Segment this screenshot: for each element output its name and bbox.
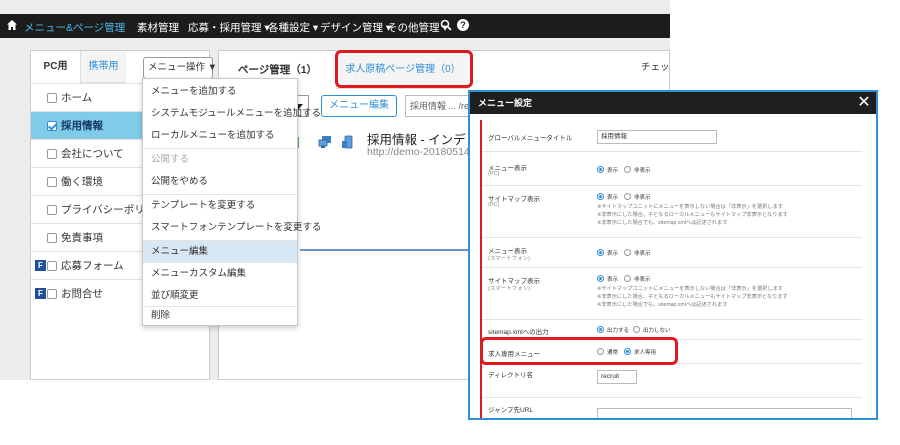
radio-label: 表示 [607,195,619,201]
menu-item-change-sp-template[interactable]: スマートフォンテンプレートを変更する [143,217,321,239]
row-jump-url: ジャンプ先URL [482,398,862,418]
radio-hide[interactable] [624,166,631,173]
field-label: sitemap.xmlへの出力 [488,329,549,336]
nav-other[interactable]: その他管理 ▾ [387,20,448,35]
sidebar-item-label: お問合せ [61,288,103,300]
help-note: ※非表示にした場合、子となるローカルメニューもサイトマップ非表示となります [597,294,788,300]
menu-item-add-system-module[interactable]: システムモジュールメニューを追加する [143,103,321,125]
check-label: チェック [641,62,670,73]
field-sublabel: (PC) [488,202,500,208]
tab-pc[interactable]: PC用 [31,51,81,83]
nav-menu-page[interactable]: メニュー&ページ管理 [24,20,125,35]
menu-item-unpublish[interactable]: 公開をやめる [143,171,297,193]
sidebar-item-label: 免責事項 [61,232,103,244]
help-note: ※非表示にした場合でも、sitemap.xmlへは記述されます [597,302,728,308]
row-menu-display-pc: メニュー表示 (PC) 表示 非表示 [482,152,862,186]
radio-label: 非表示 [634,168,651,174]
menu-operation-dropdown: メニューを追加する システムモジュールメニューを追加する ローカルメニューを追加… [142,78,321,327]
radio-show[interactable] [597,166,604,173]
nav-design[interactable]: デザイン管理 ▾ [320,20,391,35]
pc-icon [318,136,331,148]
checkbox[interactable] [47,121,57,131]
radio-label: 表示 [607,251,619,257]
radio-label: 非表示 [634,277,651,283]
directory-input[interactable]: recruit [597,370,637,384]
sidebar-item-label: ホーム [61,92,93,104]
radio-label: 表示 [607,168,619,174]
sidebar-item-label: 応募フォーム [61,260,124,272]
row-directory: ディレクトリ名 recruit [482,364,862,398]
radio-hide[interactable] [624,275,631,282]
form-icon: F [35,260,46,271]
menu-item-menu-edit[interactable]: メニュー編集 [143,241,297,263]
help-note: ※非表示にした場合でも、sitemap.xmlへは記述されます [597,220,728,226]
jump-url-input[interactable] [597,408,852,418]
modal-title: メニュー設定 [470,92,876,114]
radio-hide[interactable] [624,249,631,256]
radio-no-output[interactable] [633,326,640,333]
checkbox[interactable] [47,149,57,159]
close-icon[interactable]: ✕ [852,92,876,114]
help-note: ※サイトマップユニットにメニューを表示しない場合は「非表示」を選択します [597,286,783,292]
sidebar-item-label: 採用情報 [61,120,103,132]
menu-item-change-template[interactable]: テンプレートを変更する [143,195,297,217]
menu-item-publish: 公開する [151,154,190,165]
radio-output[interactable] [597,326,604,333]
smartphone-icon [342,135,353,149]
help-icon[interactable]: ? [457,19,469,31]
tab-mobile[interactable]: 携帯用 [81,51,126,83]
help-note: ※サイトマップユニットにメニューを表示しない場合は「非表示」を選択します [597,204,783,210]
checkbox[interactable] [47,233,57,243]
nav-recruitment[interactable]: 応募・採用管理 ▾ [188,20,270,35]
field-sublabel: (スマートフォン) [488,286,530,292]
radio-label: 出力しない [643,328,671,334]
radio-label: 非表示 [634,251,651,257]
radio-label: 表示 [607,277,619,283]
menu-item-add-local-menu[interactable]: ローカルメニューを追加する [143,125,297,147]
checkbox[interactable] [47,261,57,271]
menu-item-delete[interactable]: 削除 [143,305,297,327]
checkbox[interactable] [47,205,57,215]
page-url: http://demo-20180514 [367,146,470,158]
highlight-frame-job-tab [335,50,473,88]
home-icon[interactable] [6,19,18,31]
radio-show[interactable] [597,249,604,256]
field-label: ジャンプ先URL [488,407,533,414]
checkbox[interactable] [47,93,57,103]
row-sitemap-pc: サイトマップ表示 (PC) 表示 非表示 ※サイトマップユニットにメニューを表示… [482,186,862,238]
menu-operation-button[interactable]: メニュー操作 ▼ [143,57,217,79]
row-global-title: グローバルメニュータイトル 採用情報 [482,120,862,152]
arrow-icon [300,245,480,255]
radio-hide[interactable] [624,193,631,200]
checkbox[interactable] [47,177,57,187]
help-note: ※非表示にした場合、子となるローカルメニューもサイトマップ非表示となります [597,212,788,218]
field-label: ディレクトリ名 [488,372,534,379]
modal-body: グローバルメニュータイトル 採用情報 メニュー表示 (PC) 表示 非表示 サイ… [482,120,862,418]
menu-item-add-menu[interactable]: メニューを追加する [143,81,297,103]
menu-item-reorder[interactable]: 並び順変更 [143,285,297,307]
form-icon: F [35,288,46,299]
search-icon[interactable] [440,19,452,31]
radio-label: 出力する [607,328,630,334]
menu-settings-modal: メニュー設定 ✕ グローバルメニュータイトル 採用情報 メニュー表示 (PC) … [468,90,878,420]
radio-label: 非表示 [634,195,651,201]
field-label: グローバルメニュータイトル [488,135,573,142]
nav-materials[interactable]: 素材管理 [137,20,179,35]
field-sublabel: (PC) [488,171,500,177]
nav-settings[interactable]: 各種設定 ▾ [268,20,318,35]
menu-item-menu-custom-edit[interactable]: メニューカスタム編集 [143,263,297,285]
sidebar-item-label: 働く環境 [61,176,103,188]
top-navigation-bar: メニュー&ページ管理 素材管理 応募・採用管理 ▾ 各種設定 ▾ デザイン管理 … [0,14,670,38]
menu-edit-button[interactable]: メニュー編集 [321,95,397,117]
radio-show[interactable] [597,193,604,200]
url-input[interactable]: 採用情報 ... /recruit [405,95,475,117]
global-title-input[interactable]: 採用情報 [597,130,717,144]
sidebar-item-label: 会社について [61,148,124,160]
radio-show[interactable] [597,275,604,282]
field-sublabel: (スマートフォン) [488,256,530,262]
highlight-frame-job-menu [480,337,678,365]
row-menu-display-sp: メニュー表示 (スマートフォン) 表示 非表示 [482,238,862,268]
row-sitemap-sp: サイトマップ表示 (スマートフォン) 表示 非表示 ※サイトマップユニットにメニ… [482,268,862,320]
checkbox[interactable] [47,289,57,299]
